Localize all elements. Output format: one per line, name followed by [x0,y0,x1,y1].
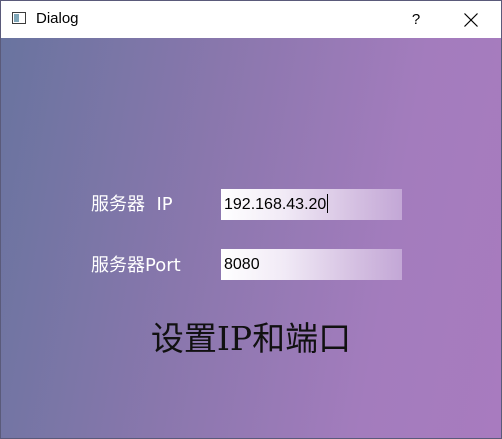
dialog-body: 服务器 IP 192.168.43.20 服务器Port 8080 设置IP和端… [1,38,501,438]
window-title: Dialog [36,10,79,27]
dialog-window: Dialog ? 服务器 IP 192.168.43.20 服务器Port 80… [0,0,502,439]
close-button[interactable] [448,1,494,38]
server-port-input[interactable]: 8080 [221,249,402,280]
server-ip-input[interactable]: 192.168.43.20 [221,189,402,220]
close-icon [464,13,478,27]
set-ip-port-button[interactable]: 设置IP和端口 [111,314,391,364]
server-port-label: 服务器Port [91,255,181,276]
server-ip-label: 服务器 IP [91,194,173,215]
server-ip-value: 192.168.43.20 [224,196,327,213]
title-bar[interactable]: Dialog ? [1,1,501,38]
text-caret [327,194,329,213]
server-port-value: 8080 [224,256,260,273]
app-window-icon [12,12,26,24]
help-button[interactable]: ? [393,1,439,38]
